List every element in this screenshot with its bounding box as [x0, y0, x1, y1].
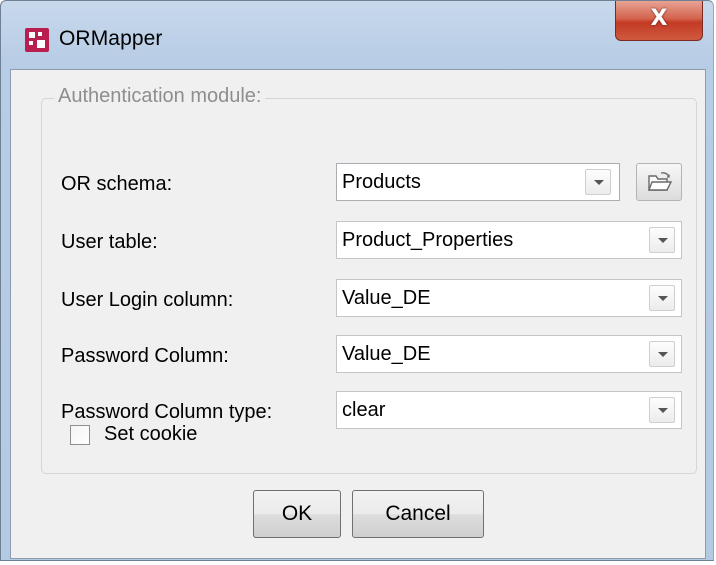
password-column-label: Password Column:	[61, 345, 229, 367]
chevron-down-icon[interactable]	[649, 227, 675, 253]
chevron-down-icon[interactable]	[649, 397, 675, 423]
ok-button[interactable]: OK	[253, 490, 341, 538]
close-button[interactable]: X	[615, 1, 703, 41]
chevron-down-icon[interactable]	[649, 341, 675, 367]
group-legend: Authentication module:	[54, 85, 266, 108]
or-schema-label: OR schema:	[61, 173, 173, 195]
user-login-column-combobox[interactable]: Value_DE	[336, 279, 682, 317]
user-login-column-label: User Login column:	[61, 289, 234, 311]
cancel-button[interactable]: Cancel	[352, 490, 484, 538]
password-column-type-label: Password Column type:	[61, 401, 273, 423]
password-column-type-value: clear	[342, 399, 386, 421]
user-table-label: User table:	[61, 231, 158, 253]
chevron-down-icon[interactable]	[585, 169, 611, 195]
set-cookie-checkbox[interactable]	[70, 425, 90, 445]
browse-schema-button[interactable]	[636, 163, 682, 201]
password-column-type-combobox[interactable]: clear	[336, 391, 682, 429]
close-icon: X	[650, 6, 668, 31]
user-table-combobox[interactable]: Product_Properties	[336, 221, 682, 259]
or-schema-combobox[interactable]: Products	[336, 163, 620, 201]
authentication-module-group: Authentication module: OR schema: Produc…	[41, 85, 697, 474]
ormapper-app-icon	[25, 28, 49, 52]
password-column-combobox[interactable]: Value_DE	[336, 335, 682, 373]
user-login-column-value: Value_DE	[342, 287, 431, 309]
ormapper-dialog: ORMapper X Authentication module: OR sch…	[0, 0, 714, 561]
set-cookie-label[interactable]: Set cookie	[104, 423, 197, 446]
or-schema-value[interactable]: Products	[342, 171, 421, 194]
chevron-down-icon[interactable]	[649, 285, 675, 311]
user-table-value: Product_Properties	[342, 229, 514, 251]
title-bar[interactable]: ORMapper X	[1, 1, 713, 69]
password-column-value: Value_DE	[342, 343, 431, 365]
folder-open-icon	[647, 172, 673, 191]
window-title: ORMapper	[59, 27, 163, 50]
dialog-content: Authentication module: OR schema: Produc…	[10, 69, 706, 559]
